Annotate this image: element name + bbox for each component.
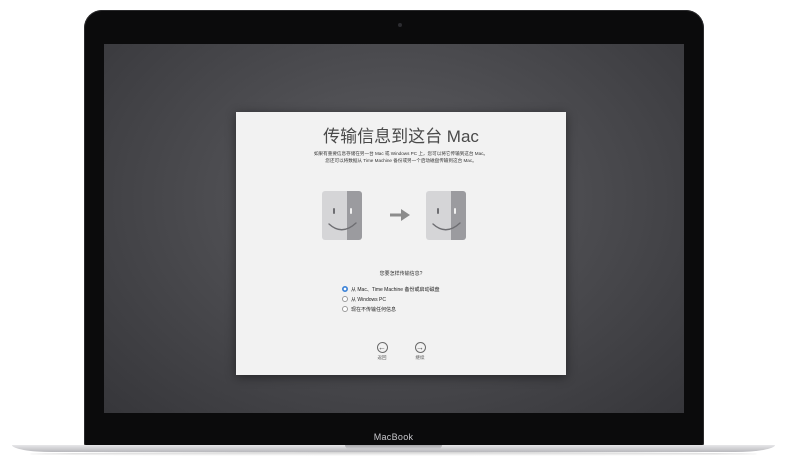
option-from-mac[interactable]: 从 Mac、Time Machine 备份或启动磁盘 <box>342 285 439 293</box>
radio-unselected[interactable] <box>342 296 348 302</box>
base-shadow <box>30 452 757 456</box>
camera <box>398 23 402 27</box>
option-label: 从 Mac、Time Machine 备份或启动磁盘 <box>351 286 440 293</box>
option-from-windows[interactable]: 从 Windows PC <box>342 295 386 303</box>
continue-label: 继续 <box>415 355 425 360</box>
device-brand-label: MacBook <box>373 432 414 442</box>
finder-icon <box>322 191 362 240</box>
right-arrow-circle-icon[interactable]: → <box>414 342 426 353</box>
option-label: 从 Windows PC <box>351 296 387 303</box>
left-arrow-circle-icon[interactable]: ← <box>376 342 388 353</box>
back-button[interactable]: ← 返回 <box>367 342 397 361</box>
transfer-question: 您要怎样传输信息? <box>379 271 423 277</box>
laptop-notch <box>345 445 442 449</box>
right-arrow-icon <box>390 209 410 221</box>
finder-icon <box>426 191 466 240</box>
dialog-title: 传输信息到这台 Mac <box>323 127 479 146</box>
screen: 传输信息到这台 Mac 如果有重要信息存储在另一台 Mac 或 Windows … <box>104 44 684 413</box>
dialog-description: 如果有重要信息存储在另一台 Mac 或 Windows PC 上，您可以将它传输… <box>256 150 546 164</box>
migration-dialog: 传输信息到这台 Mac 如果有重要信息存储在另一台 Mac 或 Windows … <box>236 112 566 375</box>
radio-selected[interactable] <box>342 286 348 292</box>
option-no-transfer[interactable]: 现在不传输任何信息 <box>342 305 396 313</box>
option-label: 现在不传输任何信息 <box>351 306 397 313</box>
continue-button[interactable]: → 继续 <box>405 342 435 361</box>
description-line-2: 您还可以将数据从 Time Machine 备份或另一个启动磁盘传输到这台 Ma… <box>325 158 477 163</box>
back-label: 返回 <box>377 355 387 360</box>
radio-unselected[interactable] <box>342 306 348 312</box>
description-line-1: 如果有重要信息存储在另一台 Mac 或 Windows PC 上，您可以将它传输… <box>313 151 489 156</box>
